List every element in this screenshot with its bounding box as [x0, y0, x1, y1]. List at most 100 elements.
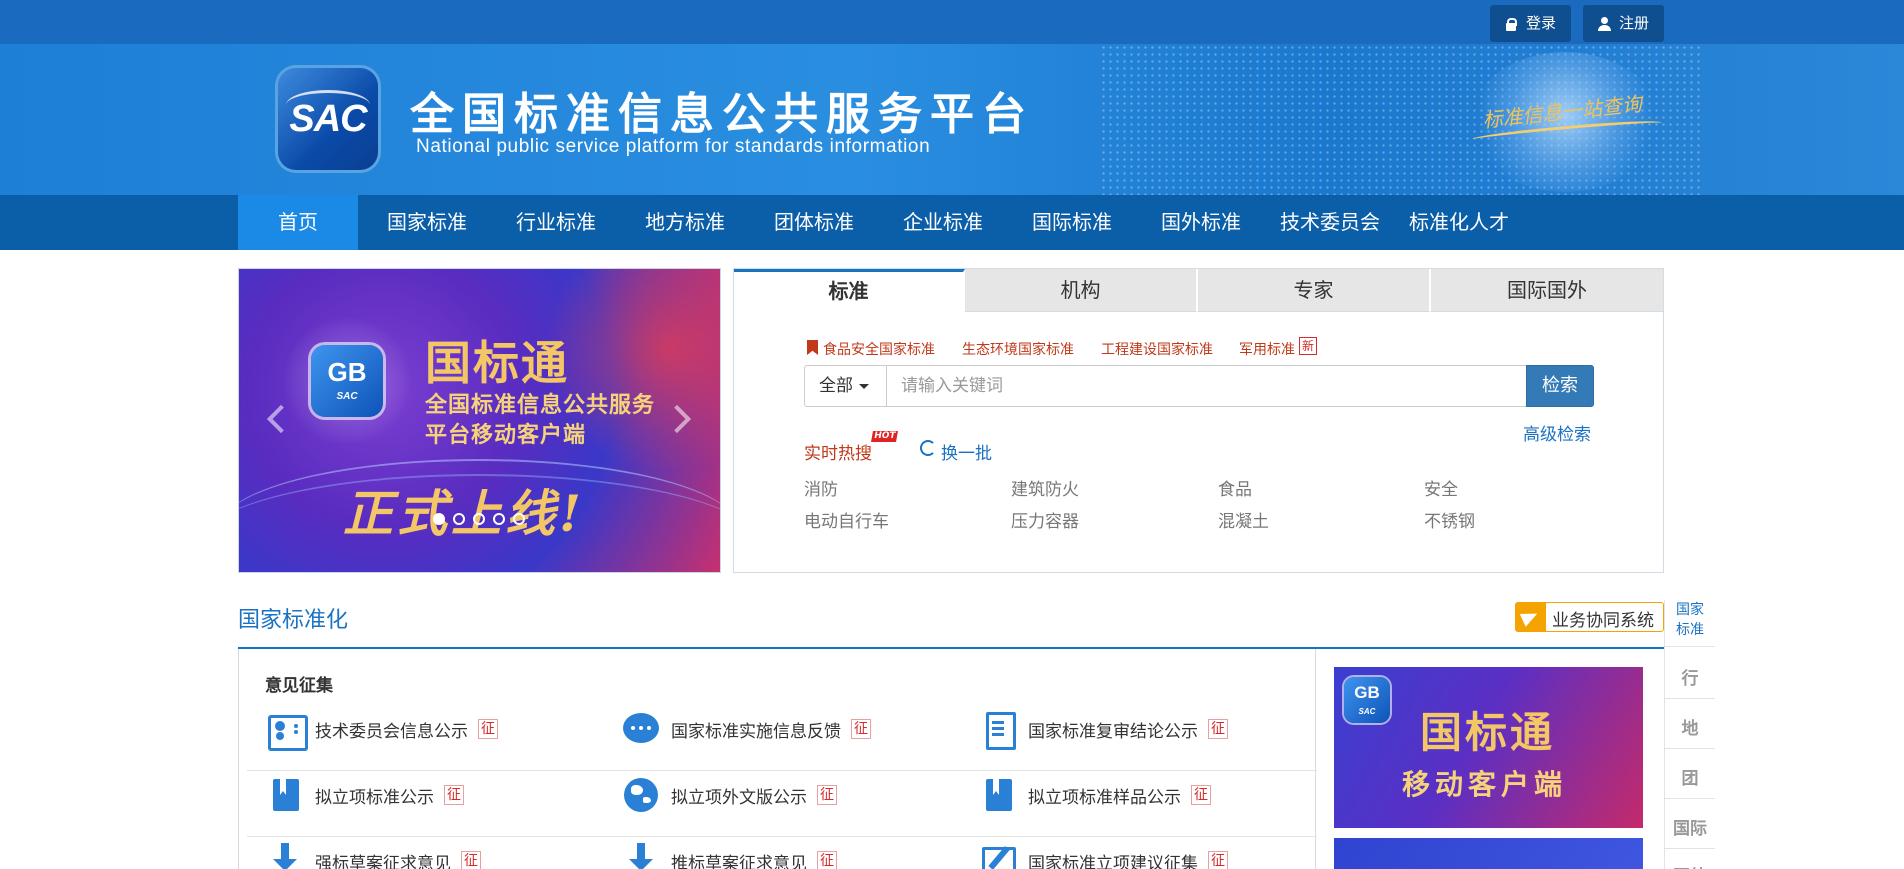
- list-item[interactable]: 国家标准实施信息反馈 征: [621, 707, 871, 751]
- paper-plane-icon: [1516, 603, 1546, 631]
- quick-link-food-safety[interactable]: 食品安全国家标准: [823, 339, 935, 359]
- carousel-line-1: 全国标准信息公共服务: [425, 393, 656, 418]
- edit-icon: [978, 841, 1018, 869]
- list-item-label: 国家标准立项建议征集: [1028, 853, 1198, 869]
- collaboration-system-button[interactable]: 业务协同系统: [1515, 602, 1664, 632]
- list-item[interactable]: 拟立项标准公示 征: [265, 773, 464, 817]
- list-item[interactable]: 国家标准立项建议征集 征: [978, 839, 1228, 869]
- nav-home[interactable]: 首页: [238, 195, 358, 250]
- ad-subtitle: 移动客户端: [1402, 768, 1568, 801]
- side-nav-divider: [1665, 646, 1715, 647]
- site-subtitle: National public service platform for sta…: [416, 136, 931, 157]
- hot-keyword[interactable]: 电动自行车: [804, 507, 889, 532]
- top-bar: 登录 注册: [0, 0, 1904, 44]
- side-nav-foreign[interactable]: 国外: [1665, 862, 1715, 869]
- opinion-collection-panel: 意见征集 技术委员会信息公示 征 国家标准实施信息反馈 征 国家标准复审结论公示…: [238, 649, 1317, 869]
- hot-keyword[interactable]: 安全: [1424, 475, 1458, 500]
- register-button[interactable]: 注册: [1583, 5, 1664, 42]
- nav-foreign-standards[interactable]: 国外标准: [1142, 195, 1260, 250]
- hot-keyword[interactable]: 食品: [1218, 475, 1252, 500]
- side-nav-international[interactable]: 国际: [1665, 814, 1715, 839]
- side-nav-industry[interactable]: 行: [1665, 664, 1715, 689]
- nav-national-standards[interactable]: 国家标准: [368, 195, 486, 250]
- new-badge: 新: [1299, 337, 1318, 355]
- collect-badge: 征: [851, 719, 871, 739]
- refresh-icon[interactable]: [920, 440, 936, 456]
- main-nav: 首页 国家标准 行业标准 地方标准 团体标准 企业标准 国际标准 国外标准 技术…: [0, 195, 1904, 250]
- hot-keyword[interactable]: 建筑防火: [1011, 475, 1079, 500]
- quick-link-eco-environment[interactable]: 生态环境国家标准: [962, 339, 1074, 359]
- nav-group-standards[interactable]: 团体标准: [755, 195, 873, 250]
- tab-international-foreign[interactable]: 国际国外: [1431, 269, 1663, 312]
- list-item[interactable]: 推标草案征求意见 征: [621, 839, 837, 869]
- page: 登录 注册 标准信息一站查询 SAC 全国标准信息公共服务平台 National…: [0, 0, 1904, 869]
- side-nav-divider: [1665, 698, 1715, 699]
- nav-technical-committee[interactable]: 技术委员会: [1271, 195, 1389, 250]
- hot-keyword[interactable]: 压力容器: [1011, 507, 1079, 532]
- quick-link-engineering[interactable]: 工程建设国家标准: [1101, 339, 1213, 359]
- nav-enterprise-standards[interactable]: 企业标准: [884, 195, 1002, 250]
- side-nav-local[interactable]: 地: [1665, 714, 1715, 739]
- carousel-dot[interactable]: [433, 513, 445, 525]
- site-title: 全国标准信息公共服务平台: [410, 89, 1034, 140]
- list-item-label: 拟立项外文版公示: [671, 787, 807, 808]
- collect-badge: 征: [478, 719, 498, 739]
- app-icon-sac-text: SAC: [336, 391, 358, 402]
- search-scope-dropdown[interactable]: 全部: [804, 365, 886, 407]
- list-item[interactable]: 拟立项外文版公示 征: [621, 773, 837, 817]
- carousel-dot[interactable]: [493, 513, 505, 525]
- list-item[interactable]: 强标草案征求意见 征: [265, 839, 481, 869]
- sac-logo[interactable]: SAC: [278, 68, 378, 170]
- gb-app-ad-banner[interactable]: GB SAC 国标通 移动客户端: [1334, 667, 1643, 828]
- carousel-launch-text: 正式上线!: [343, 484, 585, 543]
- quick-link-military[interactable]: 军用标准: [1239, 339, 1295, 359]
- nav-local-standards[interactable]: 地方标准: [626, 195, 744, 250]
- promo-carousel[interactable]: GB SAC 国标通 全国标准信息公共服务 平台移动客户端 正式上线!: [238, 268, 721, 573]
- list-item[interactable]: 技术委员会信息公示 征: [265, 707, 498, 751]
- search-input[interactable]: [886, 365, 1527, 407]
- advanced-search-link[interactable]: 高级检索: [1523, 420, 1591, 445]
- hot-keyword[interactable]: 消防: [804, 475, 838, 500]
- section-title: 国家标准化: [238, 608, 349, 633]
- list-item[interactable]: 拟立项标准样品公示 征: [978, 773, 1211, 817]
- refresh-link[interactable]: 换一批: [941, 439, 992, 464]
- nav-standardization-talent[interactable]: 标准化人才: [1400, 195, 1518, 250]
- carousel-dot[interactable]: [453, 513, 465, 525]
- tab-standards[interactable]: 标准: [734, 269, 965, 312]
- tab-organizations[interactable]: 机构: [965, 269, 1198, 312]
- secondary-ad-banner[interactable]: [1334, 838, 1643, 869]
- lock-icon: [1504, 17, 1518, 31]
- hot-search-label: 实时热搜: [804, 444, 872, 464]
- nav-industry-standards[interactable]: 行业标准: [497, 195, 615, 250]
- document-icon: [978, 709, 1018, 750]
- carousel-indicators: [433, 513, 525, 525]
- side-nav-group[interactable]: 团: [1665, 764, 1715, 789]
- tab-experts[interactable]: 专家: [1198, 269, 1431, 312]
- carousel-dot[interactable]: [513, 513, 525, 525]
- list-item-label: 国家标准复审结论公示: [1028, 721, 1198, 742]
- search-scope-label: 全部: [819, 376, 853, 396]
- ad-app-gb-text: GB: [1354, 683, 1380, 702]
- id-card-icon: [265, 709, 308, 751]
- collect-badge: 征: [444, 785, 464, 805]
- register-label: 注册: [1619, 14, 1650, 32]
- carousel-next-arrow-icon[interactable]: [662, 404, 692, 434]
- list-item[interactable]: 国家标准复审结论公示 征: [978, 707, 1228, 751]
- login-button[interactable]: 登录: [1490, 5, 1571, 42]
- search-button[interactable]: 检索: [1526, 365, 1594, 407]
- collect-badge: 征: [461, 851, 481, 869]
- hot-keyword[interactable]: 不锈钢: [1424, 507, 1475, 532]
- ad-title: 国标通: [1420, 708, 1556, 757]
- app-icon-gb-text: GB: [327, 357, 367, 387]
- logo-text: SAC: [289, 98, 367, 140]
- nav-international-standards[interactable]: 国际标准: [1013, 195, 1131, 250]
- bookmark-icon: [807, 340, 818, 355]
- carousel-dot[interactable]: [473, 513, 485, 525]
- hot-keyword[interactable]: 混凝土: [1218, 507, 1269, 532]
- side-nav-divider: [1665, 798, 1715, 799]
- side-nav-national[interactable]: 国家标准: [1665, 600, 1715, 644]
- user-icon: [1597, 16, 1611, 31]
- side-nav-divider: [1665, 848, 1715, 849]
- book-icon: [978, 775, 1018, 815]
- list-item-label: 推标草案征求意见: [671, 853, 807, 869]
